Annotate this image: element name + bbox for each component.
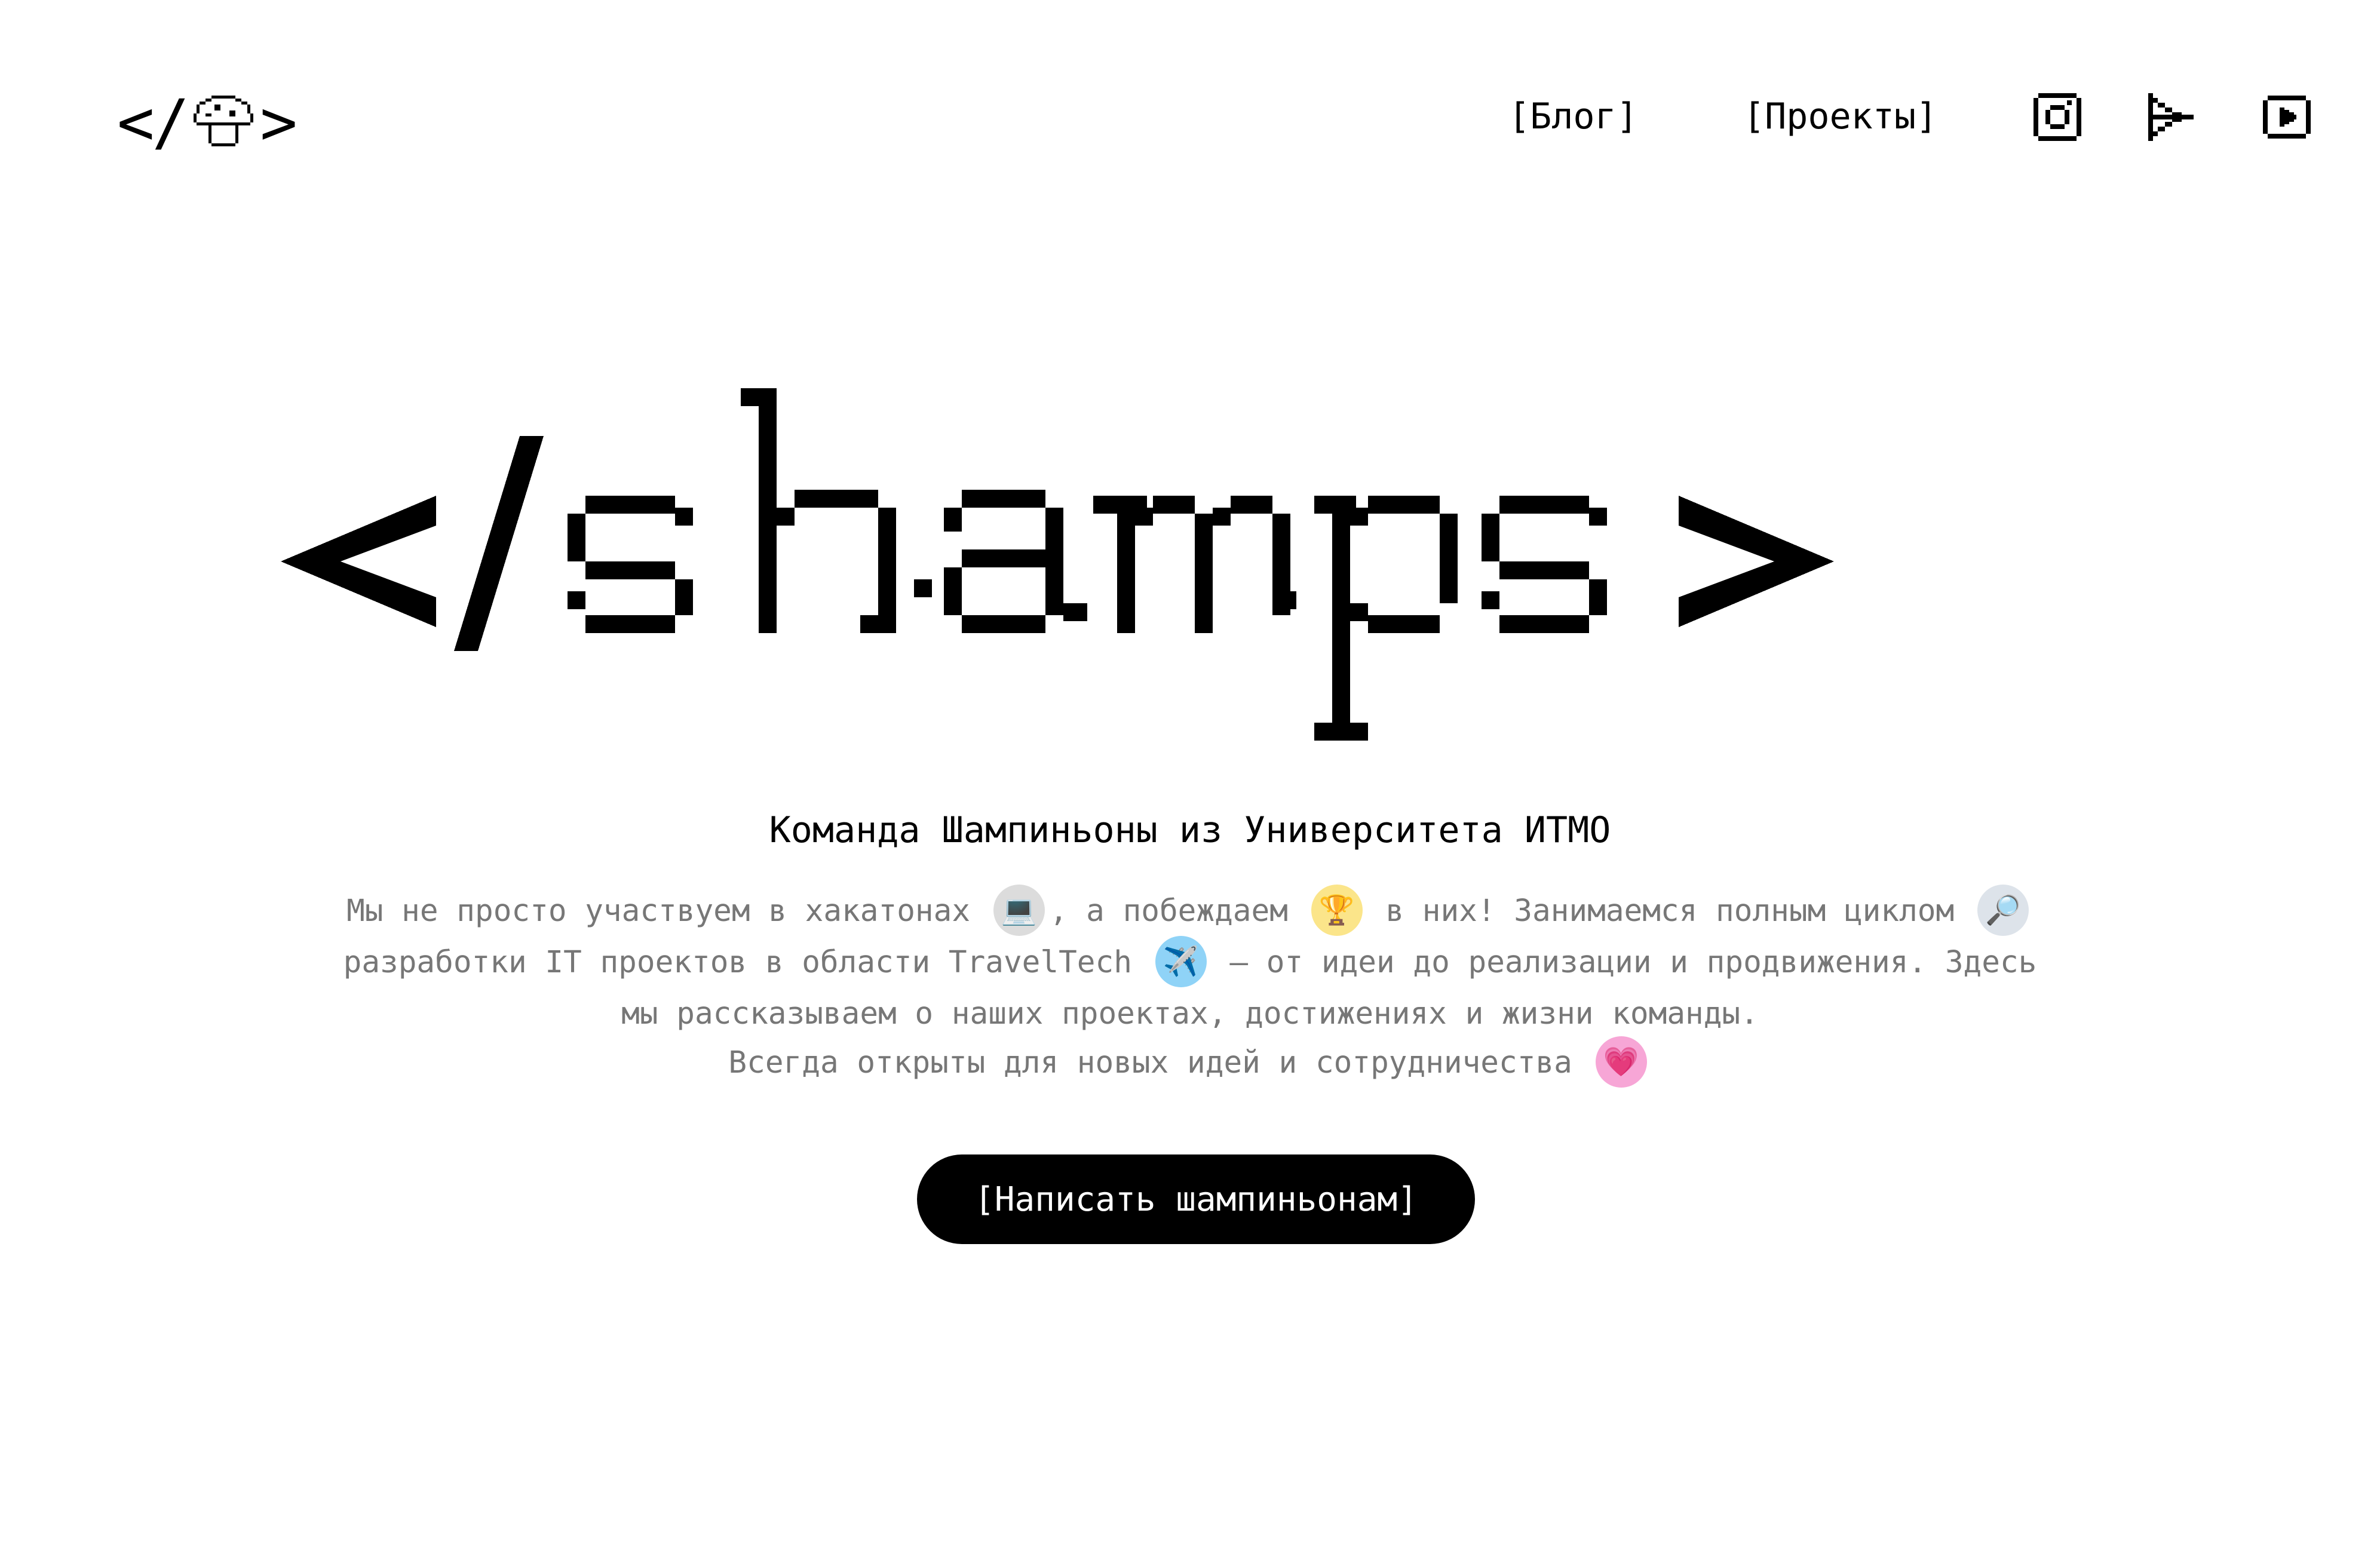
hero-title-logo: </shamps> [281, 352, 2109, 747]
description-text-1: Мы не просто участвуем в хакатонах [346, 893, 971, 929]
logo-right-bracket: > [260, 86, 298, 159]
instagram-icon[interactable] [2029, 88, 2086, 146]
nav-blog-link[interactable]: [Блог] [1508, 93, 1638, 140]
page: </ > [Блог] [Проекты] Команда Шампиньоны… [0, 0, 2380, 1566]
description-text-6: Всегда открыты для новых идей и сотрудни… [728, 1045, 1572, 1080]
youtube-icon[interactable] [2258, 88, 2315, 146]
description-text-2: , а побеждаем [1049, 893, 1288, 929]
logo-left-bracket: </ [117, 86, 189, 159]
description-text-4: разработки IT проектов в области TravelT… [343, 945, 1132, 980]
description-text-3: в них! Занимаемся полным циклом [1385, 893, 1955, 929]
nav-projects-link[interactable]: [Проекты] [1743, 93, 1937, 140]
trophy-icon: 🏆 [1311, 885, 1363, 936]
airplane-icon: ✈️ [1155, 936, 1207, 987]
laptop-icon: 💻 [993, 885, 1045, 936]
heart-icon: 💗 [1595, 1036, 1647, 1088]
mushroom-icon [191, 93, 256, 152]
magnifier-icon: 🔎 [1977, 885, 2029, 936]
contact-button[interactable]: [Написать шампиньонам] [917, 1154, 1475, 1244]
hero-subtitle: Команда Шампиньоны из Университета ИТМО [769, 809, 1611, 851]
telegram-icon[interactable] [2143, 88, 2201, 146]
hero-description: Мы не просто участвуем в хакатонах 💻, а … [335, 885, 2045, 1090]
site-logo[interactable]: </ > [117, 86, 298, 159]
